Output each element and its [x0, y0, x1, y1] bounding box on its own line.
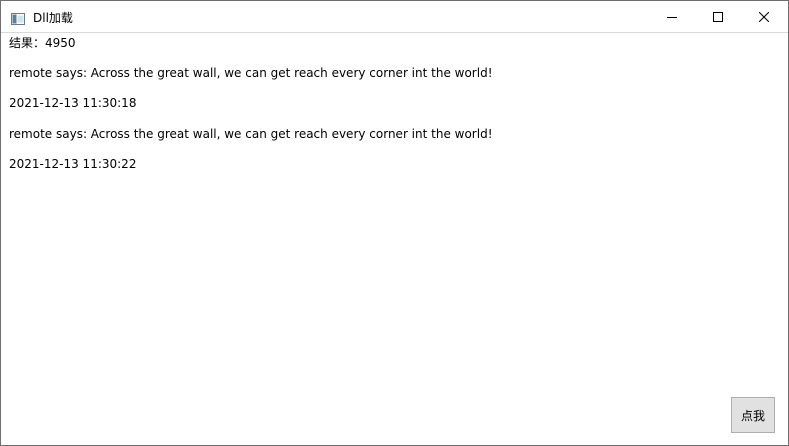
title-bar[interactable]: Dll加载 — [1, 1, 788, 33]
message-line: remote says: Across the great wall, we c… — [9, 127, 493, 141]
click-me-button[interactable]: 点我 — [731, 397, 775, 433]
maximize-icon — [713, 11, 723, 22]
app-window: Dll加载 结果：4950 remote says: Across the gr… — [0, 0, 789, 446]
timestamp-line: 2021-12-13 11:30:22 — [9, 157, 137, 171]
minimize-button[interactable] — [649, 1, 695, 32]
close-button[interactable] — [741, 1, 787, 32]
message-line: remote says: Across the great wall, we c… — [9, 66, 493, 80]
maximize-button[interactable] — [695, 1, 741, 32]
close-icon — [759, 11, 769, 22]
minimize-icon — [667, 12, 677, 22]
window-app-icon — [11, 10, 25, 25]
timestamp-line: 2021-12-13 11:30:18 — [9, 96, 137, 110]
result-text: 结果：4950 — [9, 36, 76, 50]
client-area: 结果：4950 remote says: Across the great wa… — [1, 33, 788, 445]
window-title: Dll加载 — [33, 11, 73, 25]
